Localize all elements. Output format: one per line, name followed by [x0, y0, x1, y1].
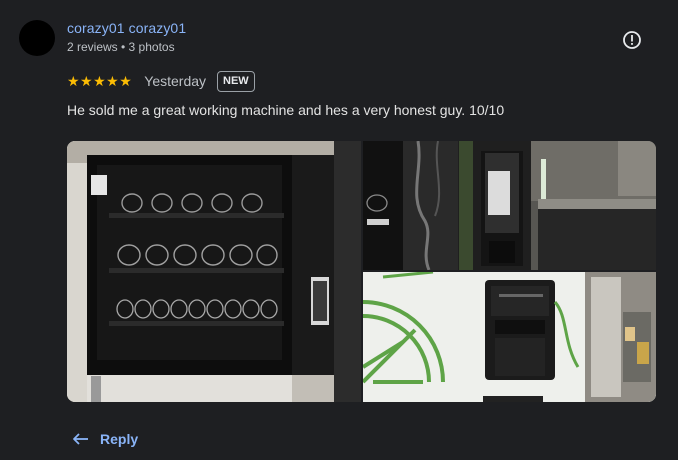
alert-circle-icon — [623, 31, 641, 49]
author-name[interactable]: corazy01 corazy01 — [67, 20, 186, 36]
review-card: corazy01 corazy01 2 reviews • 3 photos ★… — [0, 0, 678, 460]
review-photo-3[interactable] — [363, 272, 656, 402]
reply-button[interactable]: Reply — [72, 426, 138, 452]
review-photo-2[interactable] — [363, 141, 656, 270]
rating-row: ★★★★★ Yesterday NEW — [67, 70, 255, 92]
author-meta: 2 reviews • 3 photos — [67, 40, 175, 54]
review-photos — [67, 141, 656, 402]
new-badge: NEW — [217, 70, 255, 92]
star-rating: ★★★★★ — [67, 73, 133, 89]
avatar[interactable] — [19, 20, 55, 56]
reply-arrow-icon — [73, 433, 88, 445]
review-text: He sold me a great working machine and h… — [67, 102, 505, 118]
review-time: Yesterday — [144, 73, 207, 89]
reply-label: Reply — [100, 431, 139, 447]
review-photo-1[interactable] — [67, 141, 361, 402]
report-button[interactable] — [620, 28, 644, 52]
